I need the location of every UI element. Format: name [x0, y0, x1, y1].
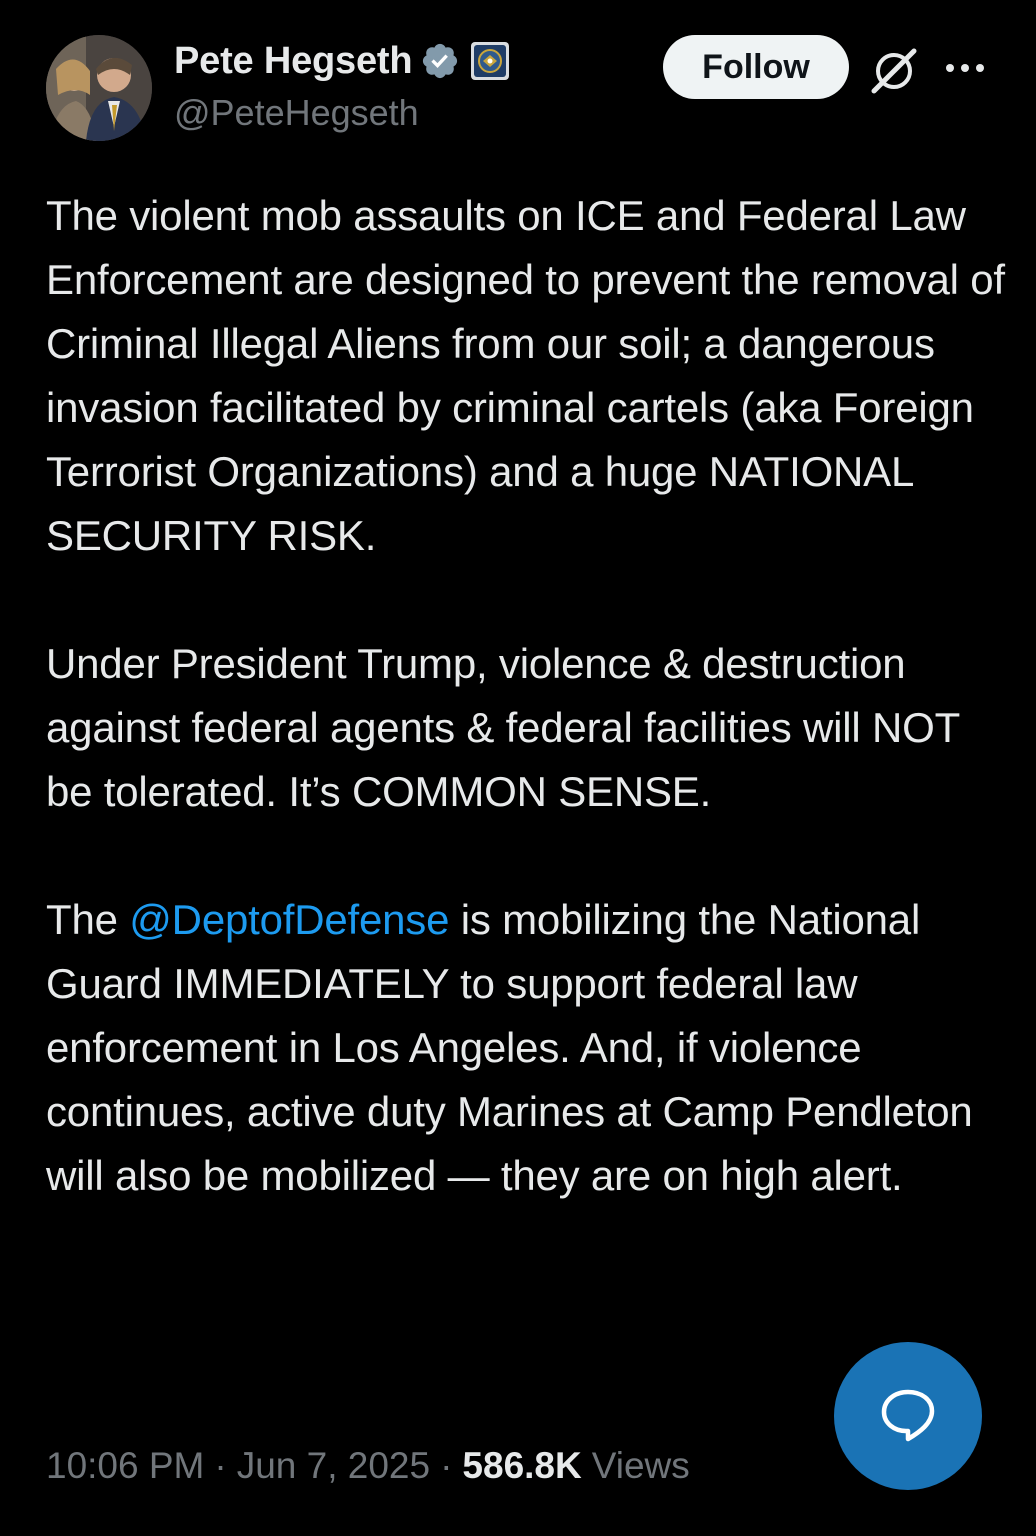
grok-icon[interactable]: [868, 44, 920, 96]
views-count[interactable]: 586.8K: [462, 1445, 581, 1487]
avatar[interactable]: [46, 35, 152, 141]
tweet-text-segment: The: [46, 896, 130, 943]
tweet-paragraph: The violent mob assaults on ICE and Fede…: [46, 192, 1005, 559]
tweet-date[interactable]: Jun 7, 2025: [237, 1445, 430, 1487]
reply-fab-button[interactable]: [834, 1342, 982, 1490]
meta-separator: ·: [440, 1445, 453, 1486]
tweet-header: Pete Hegseth @PeteHegseth Follow: [0, 0, 1036, 160]
user-handle[interactable]: @PeteHegseth: [174, 92, 419, 134]
name-row: Pete Hegseth: [174, 38, 510, 84]
follow-button[interactable]: Follow: [663, 35, 849, 99]
display-name[interactable]: Pete Hegseth: [174, 40, 413, 83]
dept-of-defense-seal-icon[interactable]: [470, 41, 510, 81]
tweet-text: The violent mob assaults on ICE and Fede…: [46, 184, 1006, 1208]
verified-badge-icon: [420, 41, 460, 81]
reply-bubble-icon: [878, 1384, 938, 1449]
tweet-time[interactable]: 10:06 PM: [46, 1445, 204, 1487]
meta-separator: ·: [214, 1445, 227, 1486]
tweet-paragraph: The @DeptofDefense is mobilizing the Nat…: [46, 888, 1006, 1208]
more-options-icon[interactable]: [942, 50, 988, 86]
mention-link[interactable]: @DeptofDefense: [129, 896, 449, 943]
tweet-paragraph: Under President Trump, violence & destru…: [46, 640, 960, 815]
views-label[interactable]: Views: [592, 1445, 690, 1487]
tweet-meta: 10:06 PM · Jun 7, 2025 · 586.8K Views: [46, 1438, 690, 1494]
